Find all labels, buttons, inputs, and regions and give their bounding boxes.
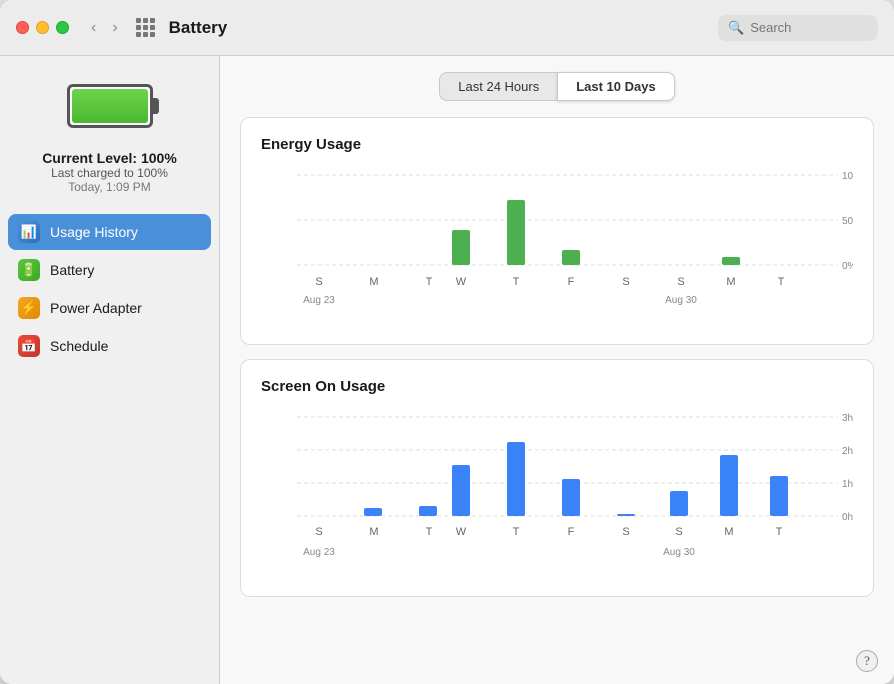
svg-text:3h: 3h	[842, 413, 853, 424]
svg-text:S: S	[315, 526, 322, 538]
schedule-icon: 📅	[18, 335, 40, 357]
sidebar-item-usage-history-label: Usage History	[50, 224, 138, 240]
battery-fill	[72, 89, 148, 123]
svg-text:S: S	[622, 526, 629, 538]
svg-text:W: W	[456, 526, 467, 538]
search-icon: 🔍	[728, 20, 744, 36]
svg-text:M: M	[369, 276, 378, 288]
energy-chart-svg: 100% 50% 0%	[261, 165, 853, 325]
svg-text:Aug 23: Aug 23	[303, 547, 335, 558]
svg-text:T: T	[426, 276, 433, 288]
svg-text:M: M	[724, 526, 733, 538]
svg-text:T: T	[513, 526, 520, 538]
app-window: ‹ › Battery 🔍	[0, 0, 894, 684]
screen-bar-s1	[617, 514, 635, 516]
screen-chart-area: 3h 2h 1h 0h	[261, 407, 853, 582]
screen-bar-s2	[670, 491, 688, 516]
svg-text:T: T	[778, 276, 785, 288]
svg-text:T: T	[426, 526, 433, 538]
energy-bar-t1	[507, 200, 525, 265]
svg-text:0h: 0h	[842, 512, 853, 523]
screen-bar-t3	[770, 476, 788, 516]
screen-bar-t2	[507, 442, 525, 516]
traffic-lights	[16, 21, 69, 34]
power-adapter-icon: ⚡	[18, 297, 40, 319]
sidebar-item-schedule[interactable]: 📅 Schedule	[8, 328, 211, 364]
sidebar-item-power-adapter[interactable]: ⚡ Power Adapter	[8, 290, 211, 326]
search-input[interactable]	[750, 20, 868, 35]
sidebar-item-battery-label: Battery	[50, 262, 94, 278]
sidebar-item-power-label: Power Adapter	[50, 300, 142, 316]
svg-text:T: T	[513, 276, 520, 288]
screen-bar-m2	[720, 455, 738, 516]
screen-bar-f	[562, 479, 580, 516]
forward-button[interactable]: ›	[106, 17, 123, 39]
energy-bar-f	[562, 250, 580, 265]
svg-text:Aug 23: Aug 23	[303, 295, 335, 306]
maximize-button[interactable]	[56, 21, 69, 34]
battery-info: Current Level: 100% Last charged to 100%…	[42, 150, 177, 194]
help-button[interactable]: ?	[856, 650, 878, 672]
usage-history-icon: 📊	[18, 221, 40, 243]
screen-chart-title: Screen On Usage	[261, 378, 853, 395]
tab-bar: Last 24 Hours Last 10 Days	[240, 72, 874, 101]
svg-text:50%: 50%	[842, 216, 853, 227]
svg-text:W: W	[456, 276, 467, 288]
svg-text:M: M	[726, 276, 735, 288]
svg-text:T: T	[776, 526, 783, 538]
svg-text:S: S	[622, 276, 629, 288]
energy-bar-w	[452, 230, 470, 265]
nav-arrows: ‹ ›	[85, 17, 124, 39]
svg-text:1h: 1h	[842, 479, 853, 490]
tab-10d[interactable]: Last 10 Days	[557, 72, 675, 101]
energy-usage-card: Energy Usage 100% 50% 0%	[240, 117, 874, 345]
search-box[interactable]: 🔍	[718, 15, 878, 41]
svg-text:2h: 2h	[842, 446, 853, 457]
energy-chart-title: Energy Usage	[261, 136, 853, 153]
apps-grid-icon[interactable]	[136, 18, 155, 37]
sidebar: Current Level: 100% Last charged to 100%…	[0, 56, 220, 684]
energy-chart-area: 100% 50% 0%	[261, 165, 853, 330]
battery-level-label: Current Level: 100%	[42, 150, 177, 166]
sidebar-nav: 📊 Usage History 🔋 Battery ⚡ Power Adapte…	[0, 214, 219, 364]
tab-24h[interactable]: Last 24 Hours	[439, 72, 557, 101]
screen-chart-svg: 3h 2h 1h 0h	[261, 407, 853, 577]
svg-text:M: M	[369, 526, 378, 538]
svg-text:F: F	[568, 526, 575, 538]
battery-nav-icon: 🔋	[18, 259, 40, 281]
svg-text:F: F	[568, 276, 575, 288]
energy-bar-m2	[722, 257, 740, 265]
svg-text:S: S	[675, 526, 682, 538]
svg-text:Aug 30: Aug 30	[663, 547, 695, 558]
sidebar-item-usage-history[interactable]: 📊 Usage History	[8, 214, 211, 250]
screen-bar-w	[452, 465, 470, 516]
sidebar-item-battery[interactable]: 🔋 Battery	[8, 252, 211, 288]
battery-time-label: Today, 1:09 PM	[42, 180, 177, 194]
close-button[interactable]	[16, 21, 29, 34]
screen-bar-m1	[364, 508, 382, 516]
svg-text:100%: 100%	[842, 171, 853, 182]
svg-text:S: S	[315, 276, 322, 288]
minimize-button[interactable]	[36, 21, 49, 34]
battery-icon-wrap	[65, 80, 155, 132]
battery-charged-label: Last charged to 100%	[42, 166, 177, 180]
svg-text:S: S	[677, 276, 684, 288]
screen-bar-t1	[419, 506, 437, 516]
titlebar: ‹ › Battery 🔍	[0, 0, 894, 56]
sidebar-item-schedule-label: Schedule	[50, 338, 108, 354]
back-button[interactable]: ‹	[85, 17, 102, 39]
svg-text:0%: 0%	[842, 261, 853, 272]
battery-visual	[67, 84, 153, 128]
svg-text:Aug 30: Aug 30	[665, 295, 697, 306]
page-title: Battery	[169, 18, 718, 38]
main-panel: Last 24 Hours Last 10 Days Energy Usage …	[220, 56, 894, 684]
content-area: Current Level: 100% Last charged to 100%…	[0, 56, 894, 684]
screen-usage-card: Screen On Usage 3h 2h 1h 0h	[240, 359, 874, 597]
